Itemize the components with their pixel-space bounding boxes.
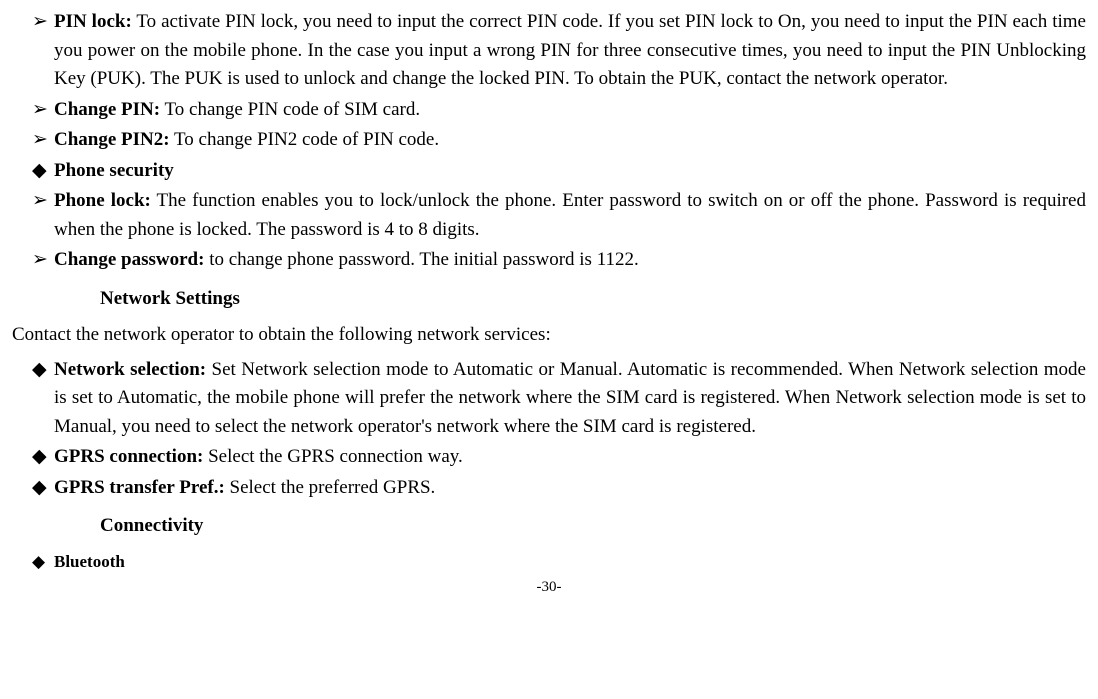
change-password-text: to change phone password. The initial pa…	[204, 249, 638, 270]
settings-list: ➢ PIN lock: To activate PIN lock, you ne…	[12, 8, 1086, 574]
phone-security-label: Phone security	[54, 157, 1086, 186]
change-pin2-text: To change PIN2 code of PIN code.	[170, 129, 440, 150]
list-item-change-password: ➢ Change password: to change phone passw…	[12, 246, 1086, 275]
gprs-transfer-content: GPRS transfer Pref.: Select the preferre…	[54, 474, 1086, 503]
arrow-bullet-icon: ➢	[12, 187, 54, 244]
network-selection-text: Set Network selection mode to Automatic …	[54, 359, 1086, 437]
gprs-transfer-label: GPRS transfer Pref.:	[54, 477, 225, 498]
list-item-phone-security: ◆ Phone security	[12, 157, 1086, 186]
change-pin2-content: Change PIN2: To change PIN2 code of PIN …	[54, 126, 1086, 155]
list-item-network-selection: ◆ Network selection: Set Network selecti…	[12, 356, 1086, 442]
diamond-bullet-icon: ◆	[12, 474, 54, 503]
phone-lock-text: The function enables you to lock/unlock …	[54, 190, 1086, 240]
arrow-bullet-icon: ➢	[12, 96, 54, 125]
change-password-content: Change password: to change phone passwor…	[54, 246, 1086, 275]
arrow-bullet-icon: ➢	[12, 8, 54, 94]
gprs-connection-label: GPRS connection:	[54, 446, 203, 467]
pin-lock-content: PIN lock: To activate PIN lock, you need…	[54, 8, 1086, 94]
connectivity-heading: Connectivity	[100, 512, 1086, 541]
gprs-transfer-text: Select the preferred GPRS.	[225, 477, 436, 498]
diamond-bullet-icon: ◆	[12, 157, 54, 186]
list-item-gprs-transfer: ◆ GPRS transfer Pref.: Select the prefer…	[12, 474, 1086, 503]
page-number: -30-	[12, 576, 1086, 599]
arrow-bullet-icon: ➢	[12, 126, 54, 155]
diamond-bullet-icon: ◆	[12, 443, 54, 472]
phone-lock-content: Phone lock: The function enables you to …	[54, 187, 1086, 244]
network-intro-text: Contact the network operator to obtain t…	[12, 321, 1086, 350]
change-pin-content: Change PIN: To change PIN code of SIM ca…	[54, 96, 1086, 125]
network-settings-heading: Network Settings	[100, 285, 1086, 314]
list-item-gprs-connection: ◆ GPRS connection: Select the GPRS conne…	[12, 443, 1086, 472]
arrow-bullet-icon: ➢	[12, 246, 54, 275]
list-item-bluetooth: ◆ Bluetooth	[12, 549, 1086, 575]
pin-lock-label: PIN lock:	[54, 11, 132, 32]
gprs-connection-text: Select the GPRS connection way.	[203, 446, 462, 467]
phone-lock-label: Phone lock:	[54, 190, 151, 211]
change-pin-label: Change PIN:	[54, 99, 160, 120]
list-item-pin-lock: ➢ PIN lock: To activate PIN lock, you ne…	[12, 8, 1086, 94]
bluetooth-label: Bluetooth	[54, 549, 1086, 575]
change-pin-text: To change PIN code of SIM card.	[160, 99, 420, 120]
diamond-bullet-icon: ◆	[12, 356, 54, 442]
list-item-phone-lock: ➢ Phone lock: The function enables you t…	[12, 187, 1086, 244]
network-selection-content: Network selection: Set Network selection…	[54, 356, 1086, 442]
change-password-label: Change password:	[54, 249, 204, 270]
list-item-change-pin: ➢ Change PIN: To change PIN code of SIM …	[12, 96, 1086, 125]
change-pin2-label: Change PIN2:	[54, 129, 170, 150]
pin-lock-text: To activate PIN lock, you need to input …	[54, 11, 1086, 89]
list-item-change-pin2: ➢ Change PIN2: To change PIN2 code of PI…	[12, 126, 1086, 155]
network-selection-label: Network selection:	[54, 359, 206, 380]
gprs-connection-content: GPRS connection: Select the GPRS connect…	[54, 443, 1086, 472]
diamond-bullet-icon: ◆	[12, 549, 54, 575]
